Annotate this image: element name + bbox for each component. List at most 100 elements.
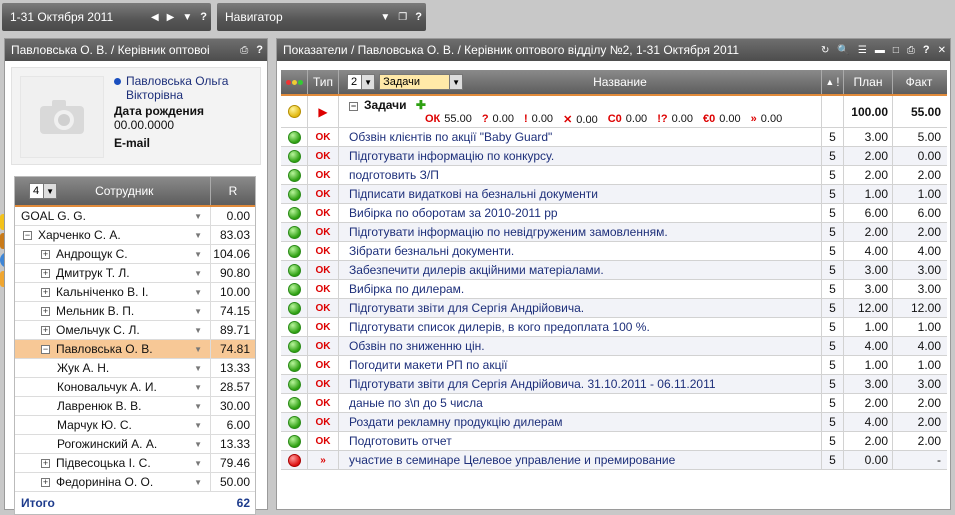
task-row[interactable]: OK Вибірка по оборотам за 2010-2011 рр 5 6.… bbox=[281, 204, 947, 223]
chevron-down-icon[interactable]: ▼ bbox=[194, 440, 202, 449]
task-name[interactable]: Подготовить отчет bbox=[339, 432, 822, 450]
employee-name[interactable]: Андрощук С. bbox=[56, 247, 128, 261]
kind-select[interactable]: Задачи ▼ bbox=[379, 74, 464, 90]
task-type[interactable]: OK bbox=[316, 265, 331, 276]
task-type[interactable]: OK bbox=[316, 227, 331, 238]
help-icon[interactable]: ? bbox=[196, 11, 211, 23]
employee-name[interactable]: Лавренюк В. В. bbox=[57, 399, 142, 413]
chevron-down-icon[interactable]: ▼ bbox=[194, 250, 202, 259]
task-name[interactable]: Підготувати звіти для Сергія Андрійовича… bbox=[339, 375, 822, 393]
employee-name[interactable]: Підвесоцька І. С. bbox=[56, 456, 151, 470]
task-type[interactable]: OK bbox=[316, 322, 331, 333]
task-name[interactable]: Роздати рекламну продукцію дилерам bbox=[339, 413, 822, 431]
collapse-icon[interactable]: − bbox=[41, 344, 50, 354]
employee-name[interactable]: Коновальчук А. И. bbox=[57, 380, 157, 394]
add-icon[interactable]: ✚ bbox=[416, 98, 426, 112]
user-name[interactable]: Павловська Ольга Вікторівна bbox=[126, 74, 256, 102]
refresh-icon[interactable]: ↻ bbox=[817, 45, 833, 56]
search-icon[interactable]: 🔍 bbox=[833, 45, 853, 56]
task-name[interactable]: Забезпечити дилерів акційними матеріалам… bbox=[339, 261, 822, 279]
close-icon[interactable]: ✕ bbox=[934, 45, 950, 56]
chevron-down-icon[interactable]: ▼ bbox=[194, 307, 202, 316]
task-type[interactable]: OK bbox=[316, 341, 331, 352]
employee-name[interactable]: Мельник В. П. bbox=[56, 304, 134, 318]
task-type[interactable]: OK bbox=[316, 303, 331, 314]
expand-icon[interactable]: + bbox=[41, 268, 50, 278]
expand-icon[interactable]: + bbox=[41, 306, 50, 316]
task-row[interactable]: OK даные по з\п до 5 числа 5 2.00 2.00 bbox=[281, 394, 947, 413]
employee-row[interactable]: GOAL G. G. ▼ 0.00 bbox=[15, 207, 255, 226]
task-type[interactable]: OK bbox=[316, 132, 331, 143]
collapse-icon[interactable]: − bbox=[23, 230, 32, 240]
window-icon[interactable]: ❐ bbox=[394, 12, 411, 23]
task-name[interactable]: Вибірка по дилерам. bbox=[339, 280, 822, 298]
name-col-label[interactable]: Название bbox=[593, 75, 647, 89]
list-icon[interactable]: ☰ bbox=[854, 45, 871, 56]
maximize-icon[interactable]: □ bbox=[889, 45, 903, 56]
chevron-down-icon[interactable]: ▼ bbox=[194, 478, 202, 487]
level-select[interactable]: 4 ▼ bbox=[29, 183, 58, 199]
plan-col-header[interactable]: План bbox=[844, 70, 893, 94]
expand-icon[interactable]: + bbox=[41, 287, 50, 297]
task-name[interactable]: Підготувати інформацію по конкурсу. bbox=[339, 147, 822, 165]
employee-name[interactable]: Жук А. Н. bbox=[57, 361, 109, 375]
employee-row[interactable]: Коновальчук А. И. ▼ 28.57 bbox=[15, 378, 255, 397]
task-type[interactable]: OK bbox=[316, 398, 331, 409]
employee-name[interactable]: Омельчук С. Л. bbox=[56, 323, 140, 337]
task-row[interactable]: OK Обзвін клієнтів по акції "Baby Guard" 5… bbox=[281, 128, 947, 147]
level-select[interactable]: 2 ▼ bbox=[347, 74, 376, 90]
task-type[interactable]: OK bbox=[316, 360, 331, 371]
task-type[interactable]: OK bbox=[316, 246, 331, 257]
chevron-down-icon[interactable]: ▼ bbox=[194, 269, 202, 278]
status-col-header[interactable] bbox=[281, 70, 308, 94]
task-name[interactable]: Вибірка по оборотам за 2010-2011 рр bbox=[339, 204, 822, 222]
chevron-down-icon[interactable]: ▼ bbox=[194, 364, 202, 373]
task-name[interactable]: Обзвін клієнтів по акції "Baby Guard" bbox=[339, 128, 822, 146]
task-name[interactable]: Зібрати безнальні документи. bbox=[339, 242, 822, 260]
task-row[interactable]: OK Роздати рекламну продукцію дилерам 5 4.0… bbox=[281, 413, 947, 432]
employee-row[interactable]: + Андрощук С. ▼ 104.06 bbox=[15, 245, 255, 264]
print-icon[interactable]: ⎙ bbox=[236, 45, 252, 56]
r-col-header[interactable]: R bbox=[211, 177, 255, 205]
play-icon[interactable]: ▶ bbox=[318, 105, 327, 119]
employee-name[interactable]: Дмитрук Т. Л. bbox=[56, 266, 130, 280]
chevron-down-icon[interactable]: ▼ bbox=[194, 402, 202, 411]
expand-icon[interactable]: + bbox=[41, 249, 50, 259]
task-name[interactable]: подготовить З/П bbox=[339, 166, 822, 184]
priority-col-header[interactable]: ▲! bbox=[822, 70, 844, 94]
help-icon[interactable]: ? bbox=[919, 44, 934, 56]
task-row[interactable]: OK Підписати видаткові на безнальні докум… bbox=[281, 185, 947, 204]
employee-row[interactable]: + Федориніна О. О. ▼ 50.00 bbox=[15, 473, 255, 492]
task-type[interactable]: OK bbox=[316, 170, 331, 181]
type-col-header[interactable]: Тип bbox=[308, 70, 339, 94]
task-row[interactable]: OK подготовить З/П 5 2.00 2.00 bbox=[281, 166, 947, 185]
task-row[interactable]: OK Забезпечити дилерів акційними матеріал… bbox=[281, 261, 947, 280]
employee-row[interactable]: + Підвесоцька І. С. ▼ 79.46 bbox=[15, 454, 255, 473]
task-type[interactable]: OK bbox=[316, 151, 331, 162]
employee-name[interactable]: Федориніна О. О. bbox=[56, 475, 153, 489]
group-row[interactable]: ▶ − Задачи ✚ ОК 55.00? 0.00! 0.00 ✕ 0.00 С0 0.00… bbox=[281, 96, 947, 128]
dropdown-icon[interactable]: ▼ bbox=[178, 12, 196, 23]
task-name[interactable]: Підготувати інформацію по невідгруженим … bbox=[339, 223, 822, 241]
dropdown-icon[interactable]: ▼ bbox=[376, 12, 394, 23]
task-name[interactable]: Обзвін по зниженню цін. bbox=[339, 337, 822, 355]
period-label[interactable]: 1-31 Октября 2011 bbox=[2, 10, 147, 24]
employee-row[interactable]: + Кальніченко В. І. ▼ 10.00 bbox=[15, 283, 255, 302]
employee-name[interactable]: Марчук Ю. С. bbox=[57, 418, 132, 432]
task-type[interactable]: OK bbox=[316, 417, 331, 428]
task-name[interactable]: даные по з\п до 5 числа bbox=[339, 394, 822, 412]
task-type[interactable]: OK bbox=[316, 379, 331, 390]
expand-icon[interactable]: + bbox=[41, 325, 50, 335]
task-row[interactable]: OK Підготувати інформацію по невідгружени… bbox=[281, 223, 947, 242]
chevron-down-icon[interactable]: ▼ bbox=[194, 459, 202, 468]
task-row[interactable]: OK Обзвін по зниженню цін. 5 4.00 4.00 bbox=[281, 337, 947, 356]
task-type[interactable]: OK bbox=[316, 284, 331, 295]
chevron-down-icon[interactable]: ▼ bbox=[194, 345, 202, 354]
employee-row[interactable]: + Дмитрук Т. Л. ▼ 90.80 bbox=[15, 264, 255, 283]
task-row[interactable]: OK Підготувати список дилерів, в кого пре… bbox=[281, 318, 947, 337]
collapse-icon[interactable]: − bbox=[349, 101, 358, 111]
employee-name[interactable]: Павловська О. В. bbox=[56, 342, 153, 356]
navigator-label[interactable]: Навигатор bbox=[217, 10, 376, 24]
employee-row[interactable]: Марчук Ю. С. ▼ 6.00 bbox=[15, 416, 255, 435]
employee-row[interactable]: Жук А. Н. ▼ 13.33 bbox=[15, 359, 255, 378]
